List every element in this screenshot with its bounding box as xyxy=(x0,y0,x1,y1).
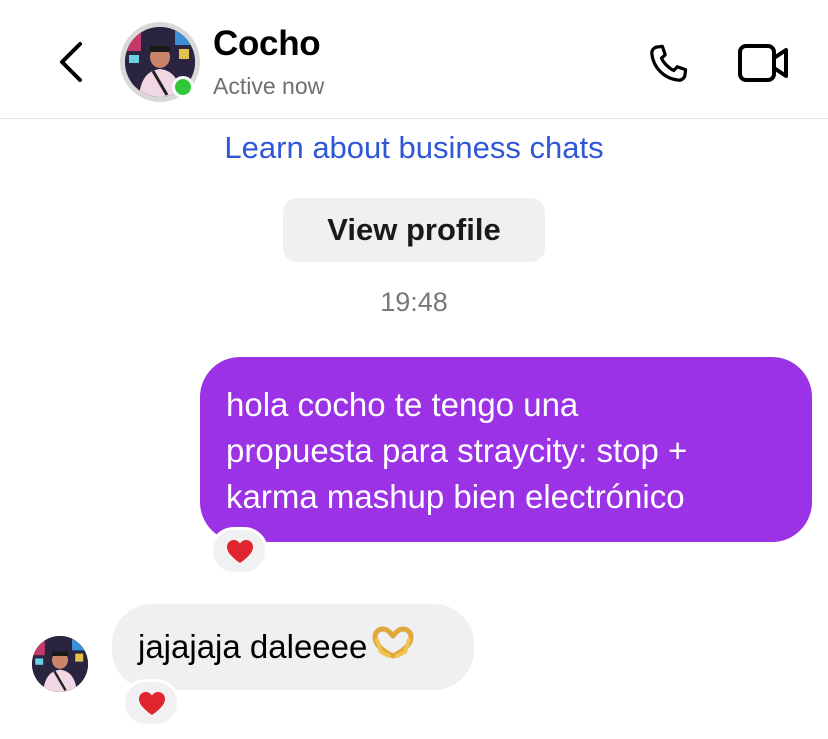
chat-header: Cocho Active now xyxy=(0,0,828,119)
heart-hands-icon xyxy=(371,606,415,692)
chevron-left-icon xyxy=(60,42,82,82)
message-reaction[interactable] xyxy=(122,679,180,727)
contact-status: Active now xyxy=(213,73,325,99)
heart-icon xyxy=(139,692,165,715)
online-status-dot xyxy=(172,76,194,98)
phone-icon xyxy=(650,44,688,82)
voice-call-button[interactable] xyxy=(644,40,692,88)
back-button[interactable] xyxy=(52,38,92,86)
learn-business-chats-link[interactable]: Learn about business chats xyxy=(0,130,828,166)
sender-avatar[interactable] xyxy=(32,636,88,692)
message-timestamp: 19:48 xyxy=(380,287,448,317)
heart-icon xyxy=(227,540,253,563)
message-reaction[interactable] xyxy=(210,527,268,575)
contact-name[interactable]: Cocho xyxy=(213,24,321,64)
view-profile-button[interactable]: View profile xyxy=(283,198,545,262)
incoming-message-text: jajajaja daleeee xyxy=(138,628,368,665)
video-camera-icon xyxy=(738,44,788,82)
incoming-message-bubble[interactable]: jajajaja daleeee xyxy=(112,604,474,690)
video-call-button[interactable] xyxy=(736,42,792,84)
outgoing-message-bubble[interactable]: hola cocho te tengo una propuesta para s… xyxy=(200,357,812,542)
